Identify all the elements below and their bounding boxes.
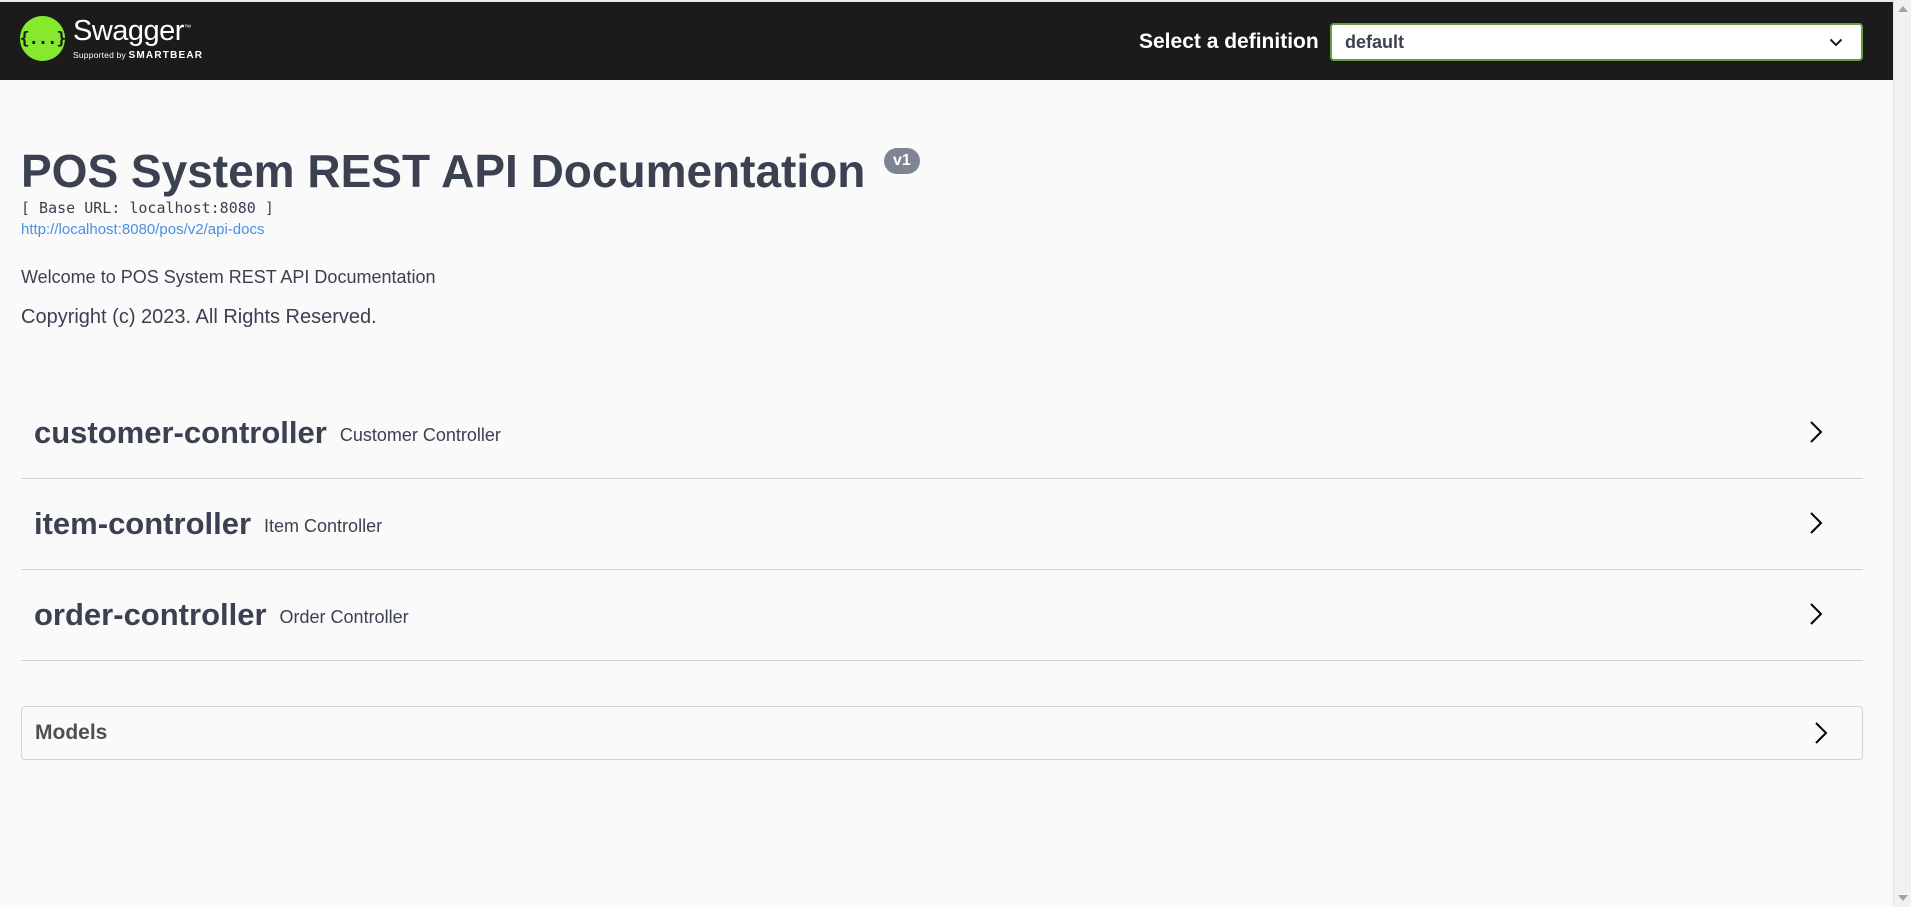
chevron-down-icon (1829, 38, 1843, 47)
tag-name: customer-controller (34, 415, 327, 450)
models-title: Models (35, 721, 108, 744)
chevron-right-icon (1810, 421, 1823, 443)
vertical-scrollbar[interactable] (1893, 0, 1911, 907)
logo-tm: ™ (183, 23, 191, 31)
tag-item-controller[interactable]: item-controller Item Controller (21, 479, 1863, 570)
chevron-right-icon (1810, 603, 1823, 625)
tag-name: item-controller (34, 506, 252, 541)
tag-description: Order Controller (279, 606, 409, 627)
swagger-logo[interactable]: {...} Swagger™ Supported by SMARTBEAR (19, 14, 204, 61)
chevron-right-icon (1815, 722, 1828, 744)
logo-supported: Supported by (73, 49, 126, 60)
tag-customer-controller[interactable]: customer-controller Customer Controller (21, 388, 1863, 479)
version-badge: v1 (884, 148, 920, 174)
tag-name: order-controller (34, 597, 267, 632)
logo-brand: SMARTBEAR (128, 49, 204, 61)
chevron-right-icon (1810, 512, 1823, 534)
swagger-logo-icon: {...} (19, 16, 67, 61)
tag-description: Item Controller (264, 515, 383, 536)
tag-order-controller[interactable]: order-controller Order Controller (21, 570, 1863, 661)
scroll-down-arrow-icon[interactable] (1898, 895, 1908, 901)
api-description: Welcome to POS System REST API Documenta… (21, 267, 436, 287)
logo-name: Swagger (73, 14, 184, 47)
models-section[interactable]: Models (21, 706, 1863, 760)
base-url: [ Base URL: localhost:8080 ] (21, 199, 274, 217)
topbar: {...} Swagger™ Supported by SMARTBEAR Se… (0, 0, 1893, 80)
definition-select-value: default (1345, 32, 1405, 52)
api-docs-link[interactable]: http://localhost:8080/pos/v2/api-docs (21, 221, 265, 238)
definition-select[interactable]: default (1330, 23, 1863, 61)
copyright-text: Copyright (c) 2023. All Rights Reserved. (21, 306, 377, 328)
page-title: POS System REST API Documentation (21, 145, 866, 197)
scroll-up-arrow-icon[interactable] (1898, 6, 1908, 12)
tag-description: Customer Controller (339, 424, 501, 445)
swagger-logo-text: Swagger™ Supported by SMARTBEAR (73, 14, 204, 61)
definition-label: Select a definition (1139, 30, 1319, 53)
